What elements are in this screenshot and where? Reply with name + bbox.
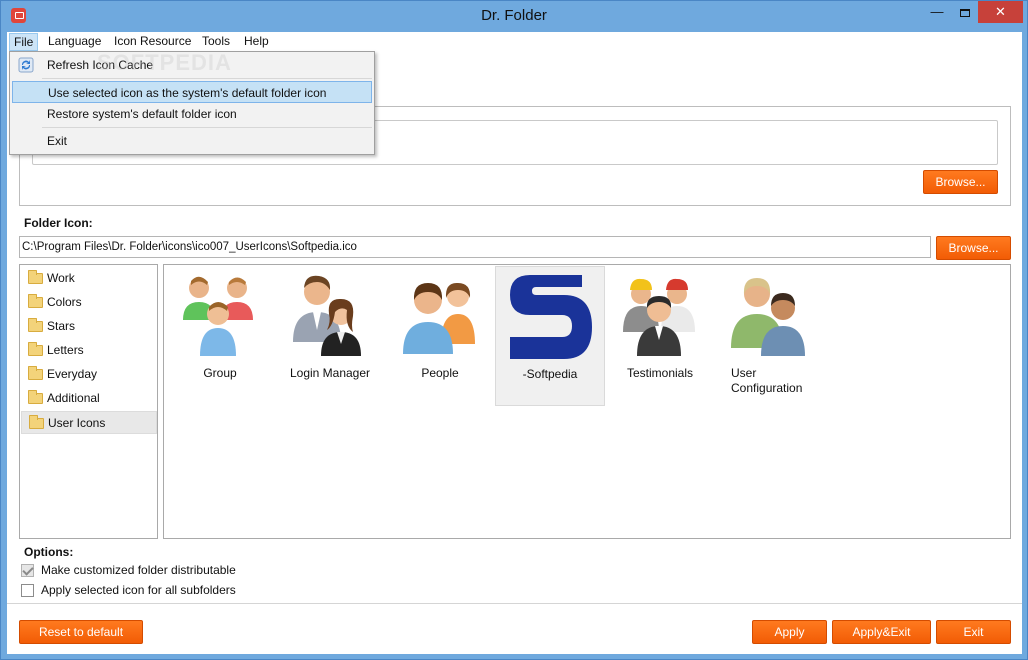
folder-icon: [28, 318, 43, 332]
menu-separator: [42, 78, 372, 79]
apply-subfolders-checkbox[interactable]: [21, 584, 34, 597]
browse-target-button[interactable]: Browse...: [923, 170, 998, 194]
icon-item-user-configuration[interactable]: User Configuration: [715, 266, 825, 406]
reset-to-default-button[interactable]: Reset to default: [19, 620, 143, 644]
option-label: Make customized folder distributable: [41, 563, 236, 577]
category-label: Stars: [47, 319, 76, 333]
category-item-additional[interactable]: Additional: [21, 387, 157, 410]
menu-icon-resource[interactable]: Icon Resource: [110, 33, 195, 51]
icon-label: Testimonials: [626, 366, 694, 380]
apply-button[interactable]: Apply: [752, 620, 827, 644]
folder-icon: [28, 270, 43, 284]
category-item-letters[interactable]: Letters: [21, 339, 157, 362]
folder-icon-label: Folder Icon:: [24, 216, 93, 230]
menu-item-label: Restore system's default folder icon: [47, 107, 237, 121]
category-label: Work: [47, 271, 75, 285]
category-label: User Icons: [48, 416, 106, 430]
folder-icon-path-input[interactable]: C:\Program Files\Dr. Folder\icons\ico007…: [19, 236, 931, 258]
login-manager-icon: [293, 275, 361, 356]
menu-help[interactable]: Help: [240, 33, 273, 51]
user-configuration-icon: [731, 278, 805, 356]
apply-exit-button[interactable]: Apply&Exit: [832, 620, 931, 644]
window-title: Dr. Folder: [481, 7, 547, 24]
category-label: Colors: [47, 295, 82, 309]
client-area: File Language Icon Resource Tools Help B…: [7, 32, 1022, 654]
footer-divider: [7, 603, 1022, 604]
folder-icon: [28, 294, 43, 308]
menu-bar: File Language Icon Resource Tools Help: [7, 32, 1022, 51]
menu-item-label: Refresh Icon Cache: [47, 58, 154, 72]
icon-label: People: [421, 366, 459, 380]
icon-item-group[interactable]: Group: [165, 266, 275, 406]
minimize-button[interactable]: —: [921, 1, 953, 23]
menu-item-exit[interactable]: Exit: [12, 130, 372, 152]
menu-language[interactable]: Language: [44, 33, 105, 51]
category-label: Additional: [47, 391, 100, 405]
options-label: Options:: [24, 545, 74, 559]
icon-label: -Softpedia: [522, 367, 578, 381]
category-label: Everyday: [47, 367, 98, 381]
menu-item-restore-default[interactable]: Restore system's default folder icon: [12, 103, 372, 125]
title-bar[interactable]: Dr. Folder — ✕: [1, 1, 1027, 32]
file-menu-dropdown: Refresh Icon Cache Use selected icon as …: [9, 51, 375, 155]
app-window: Dr. Folder — ✕ File Language Icon Resour…: [0, 0, 1028, 660]
group-icon: [183, 276, 253, 356]
category-item-user-icons[interactable]: User Icons: [21, 411, 157, 434]
distributable-checkbox[interactable]: [21, 564, 34, 577]
people-icon: [403, 282, 475, 354]
menu-tools[interactable]: Tools: [198, 33, 234, 51]
exit-button[interactable]: Exit: [936, 620, 1011, 644]
option-distributable[interactable]: Make customized folder distributable: [21, 561, 321, 579]
close-button[interactable]: ✕: [978, 1, 1023, 23]
folder-icon: [28, 366, 43, 380]
icon-item-softpedia[interactable]: -Softpedia: [495, 266, 605, 406]
folder-icon: [28, 390, 43, 404]
category-item-work[interactable]: Work: [21, 267, 157, 290]
category-item-everyday[interactable]: Everyday: [21, 363, 157, 386]
icon-item-people[interactable]: People: [385, 266, 495, 406]
folder-icon: [29, 415, 44, 429]
icon-gallery: Group Login Manager People -Softpedia Te…: [163, 264, 1011, 539]
icon-label: User Configuration: [731, 366, 803, 395]
option-apply-subfolders[interactable]: Apply selected icon for all subfolders: [21, 581, 321, 599]
menu-file[interactable]: File: [9, 33, 39, 51]
menu-separator: [42, 127, 372, 128]
testimonials-icon: [623, 278, 695, 356]
icon-item-testimonials[interactable]: Testimonials: [605, 266, 715, 406]
folder-icon: [28, 342, 43, 356]
menu-item-refresh-icon-cache[interactable]: Refresh Icon Cache: [12, 54, 372, 76]
menu-item-label: Use selected icon as the system's defaul…: [48, 86, 327, 100]
icon-label: Login Manager: [289, 366, 371, 380]
category-list: Work Colors Stars Letters Everyday Addit…: [19, 264, 158, 539]
menu-item-label: Exit: [47, 134, 68, 148]
category-item-colors[interactable]: Colors: [21, 291, 157, 314]
category-label: Letters: [47, 343, 84, 357]
icon-item-login-manager[interactable]: Login Manager: [275, 266, 385, 406]
maximize-icon: [960, 8, 970, 17]
browse-icon-button[interactable]: Browse...: [936, 236, 1011, 260]
menu-item-use-as-default[interactable]: Use selected icon as the system's defaul…: [12, 81, 372, 103]
icon-label: Group: [203, 366, 237, 380]
option-label: Apply selected icon for all subfolders: [41, 583, 236, 597]
category-item-stars[interactable]: Stars: [21, 315, 157, 338]
maximize-button[interactable]: [954, 1, 976, 23]
refresh-icon: [18, 57, 34, 73]
softpedia-logo-icon: [510, 275, 592, 359]
